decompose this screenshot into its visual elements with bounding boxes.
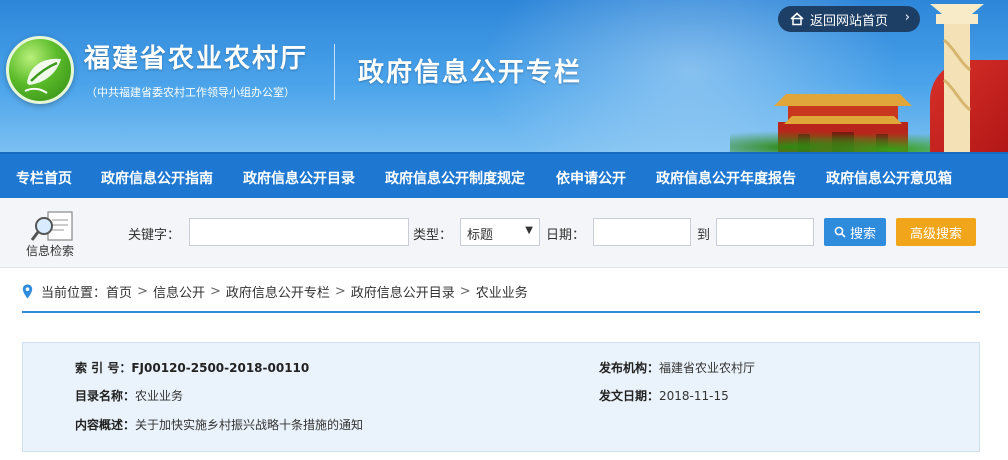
date-to-label: 到 — [697, 228, 711, 243]
nav-item-annual-report[interactable]: 政府信息公开年度报告 — [656, 168, 796, 188]
header-banner: 福建省农业农村厅 （中共福建省委农村工作领导小组办公室） 政府信息公开专栏 返回… — [0, 0, 1008, 152]
summary-value: 关于加快实施乡村振兴战略十条措施的通知 — [135, 418, 364, 432]
breadcrumb-item-home[interactable]: 首页 — [106, 282, 132, 301]
publisher-row: 发布机构：福建省农业农村厅 — [599, 359, 755, 376]
site-logo[interactable] — [6, 36, 74, 104]
nav-item-guide[interactable]: 政府信息公开指南 — [101, 168, 213, 188]
date-from-input[interactable] — [593, 218, 691, 246]
search-section-label: 信息检索 — [26, 244, 75, 258]
page-root: 福建省农业农村厅 （中共福建省委农村工作领导小组办公室） 政府信息公开专栏 返回… — [0, 0, 1008, 460]
index-number-value: FJ00120-2500-2018-00110 — [131, 361, 310, 375]
nav-item-catalog[interactable]: 政府信息公开目录 — [243, 168, 355, 188]
document-search-icon — [30, 211, 73, 241]
search-button-label: 搜索 — [849, 226, 876, 242]
type-label: 类型： — [413, 228, 453, 243]
type-select-value: 标题 — [467, 228, 494, 243]
breadcrumb: 当前位置： 首页 > 信息公开 > 政府信息公开专栏 > 政府信息公开目录 > … — [22, 280, 528, 302]
keyword-input[interactable] — [189, 218, 409, 246]
breadcrumb-underline — [22, 311, 980, 313]
issue-date-value: 2018-11-15 — [659, 389, 729, 403]
type-select[interactable]: 标题 ▼ — [460, 218, 540, 246]
nav-item-regulations[interactable]: 政府信息公开制度规定 — [385, 168, 525, 188]
index-number-label: 索 引 号： — [75, 361, 132, 375]
nav-item-home[interactable]: 专栏首页 — [16, 168, 72, 188]
catalog-label: 目录名称： — [75, 389, 136, 403]
breadcrumb-item-catalog[interactable]: 政府信息公开目录 — [351, 282, 455, 301]
date-to-input[interactable] — [716, 218, 814, 246]
breadcrumb-prefix: 当前位置： — [41, 285, 107, 301]
leaf-logo-icon — [24, 58, 61, 94]
breadcrumb-separator: > — [137, 283, 148, 299]
home-icon — [790, 12, 804, 26]
nav-item-apply[interactable]: 依申请公开 — [556, 168, 626, 188]
location-pin-icon — [22, 284, 33, 298]
issue-date-label: 发文日期： — [599, 389, 660, 403]
nav-item-feedback[interactable]: 政府信息公开意见箱 — [826, 168, 952, 188]
main-nav: 专栏首页 政府信息公开指南 政府信息公开目录 政府信息公开制度规定 依申请公开 … — [0, 152, 1008, 198]
search-bar: 信息检索 关键字： 类型： 标题 ▼ 日期： 到 搜索 高级搜索 — [0, 198, 1008, 268]
publisher-label: 发布机构： — [599, 361, 660, 375]
keyword-label: 关键字： — [128, 228, 181, 243]
advanced-search-button[interactable]: 高级搜索 — [896, 218, 976, 246]
chevron-right-icon: › — [904, 10, 910, 25]
document-metadata-box: 索 引 号：FJ00120-2500-2018-00110 发布机构：福建省农业… — [22, 342, 980, 452]
publisher-value: 福建省农业农村厅 — [659, 361, 756, 375]
greenery-decoration — [730, 128, 930, 152]
search-icon — [834, 226, 846, 238]
catalog-value: 农业业务 — [135, 389, 184, 403]
header-divider — [334, 44, 335, 100]
index-number-row: 索 引 号：FJ00120-2500-2018-00110 — [75, 359, 309, 376]
issue-date-row: 发文日期：2018-11-15 — [599, 387, 729, 404]
site-subtitle: （中共福建省委农村工作领导小组办公室） — [86, 86, 295, 99]
search-button[interactable]: 搜索 — [824, 218, 886, 246]
site-title[interactable]: 福建省农业农村厅 — [84, 38, 308, 75]
column-title: 政府信息公开专栏 — [358, 58, 583, 88]
date-label: 日期： — [546, 228, 586, 243]
breadcrumb-separator: > — [209, 283, 221, 299]
breadcrumb-separator: > — [334, 283, 346, 299]
huabiao-pillar-illustration — [930, 4, 984, 152]
summary-label: 内容概述： — [75, 418, 136, 432]
back-to-home-label: 返回网站首页 — [810, 13, 889, 29]
breadcrumb-separator: > — [459, 283, 471, 299]
catalog-row: 目录名称：农业业务 — [75, 387, 183, 404]
caret-down-icon: ▼ — [525, 225, 533, 236]
breadcrumb-item-info[interactable]: 信息公开 — [153, 282, 205, 301]
advanced-search-label: 高级搜索 — [909, 226, 962, 242]
back-to-home-button[interactable]: 返回网站首页 › — [778, 6, 920, 32]
breadcrumb-item-column[interactable]: 政府信息公开专栏 — [226, 282, 330, 301]
breadcrumb-item-current[interactable]: 农业业务 — [476, 282, 528, 301]
summary-row: 内容概述：关于加快实施乡村振兴战略十条措施的通知 — [75, 416, 363, 433]
